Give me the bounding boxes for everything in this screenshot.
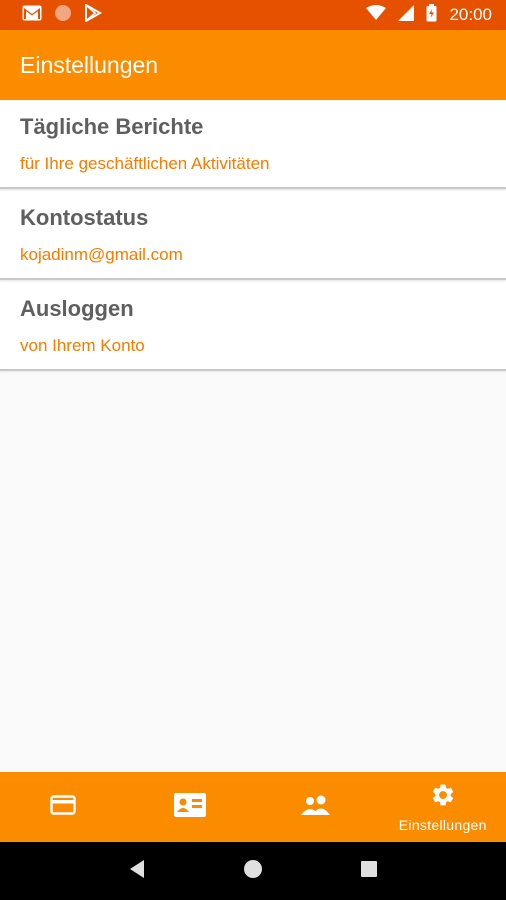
nav-item-people[interactable] <box>253 772 380 842</box>
system-navigation-bar <box>0 842 506 900</box>
status-system: 20:00 <box>366 3 492 27</box>
app-bar: Einstellungen <box>0 30 506 100</box>
settings-item-subtitle: von Ihrem Konto <box>20 336 145 355</box>
back-icon[interactable] <box>128 859 146 884</box>
settings-item-subtitle: kojadinm@gmail.com <box>20 245 183 264</box>
nav-item-settings[interactable]: Einstellungen <box>380 772 506 842</box>
credit-card-icon <box>50 794 76 821</box>
nav-item-contacts[interactable] <box>127 772 254 842</box>
page-title: Einstellungen <box>20 51 159 78</box>
gmail-icon <box>22 5 42 26</box>
battery-icon <box>426 3 437 27</box>
notification-dot-icon <box>54 4 72 27</box>
nav-item-payments[interactable] <box>0 772 127 842</box>
people-icon <box>301 795 331 820</box>
signal-icon <box>398 4 415 26</box>
nav-item-label: Einstellungen <box>398 816 487 833</box>
settings-item-subtitle: für Ihre geschäftlichen Aktivitäten <box>20 154 270 173</box>
settings-item-title: Kontostatus <box>20 205 149 230</box>
status-bar: 20:00 <box>0 0 506 30</box>
bottom-navigation: Einstellungen <box>0 772 506 842</box>
wifi-icon <box>366 4 387 26</box>
status-notifications <box>22 2 103 27</box>
settings-item-logout[interactable]: Ausloggen von Ihrem Konto <box>0 282 506 371</box>
play-store-icon <box>84 2 103 27</box>
settings-item-title: Tägliche Berichte <box>20 114 204 139</box>
contact-card-icon <box>173 792 206 822</box>
settings-item-daily-reports[interactable]: Tägliche Berichte für Ihre geschäftliche… <box>0 100 506 189</box>
settings-item-title: Ausloggen <box>20 296 134 321</box>
home-icon[interactable] <box>243 859 263 884</box>
settings-item-account-status[interactable]: Kontostatus kojadinm@gmail.com <box>0 191 506 280</box>
gear-icon <box>430 782 456 813</box>
settings-list: Tägliche Berichte für Ihre geschäftliche… <box>0 100 506 371</box>
recents-icon[interactable] <box>360 860 378 883</box>
status-time: 20:00 <box>449 5 492 24</box>
